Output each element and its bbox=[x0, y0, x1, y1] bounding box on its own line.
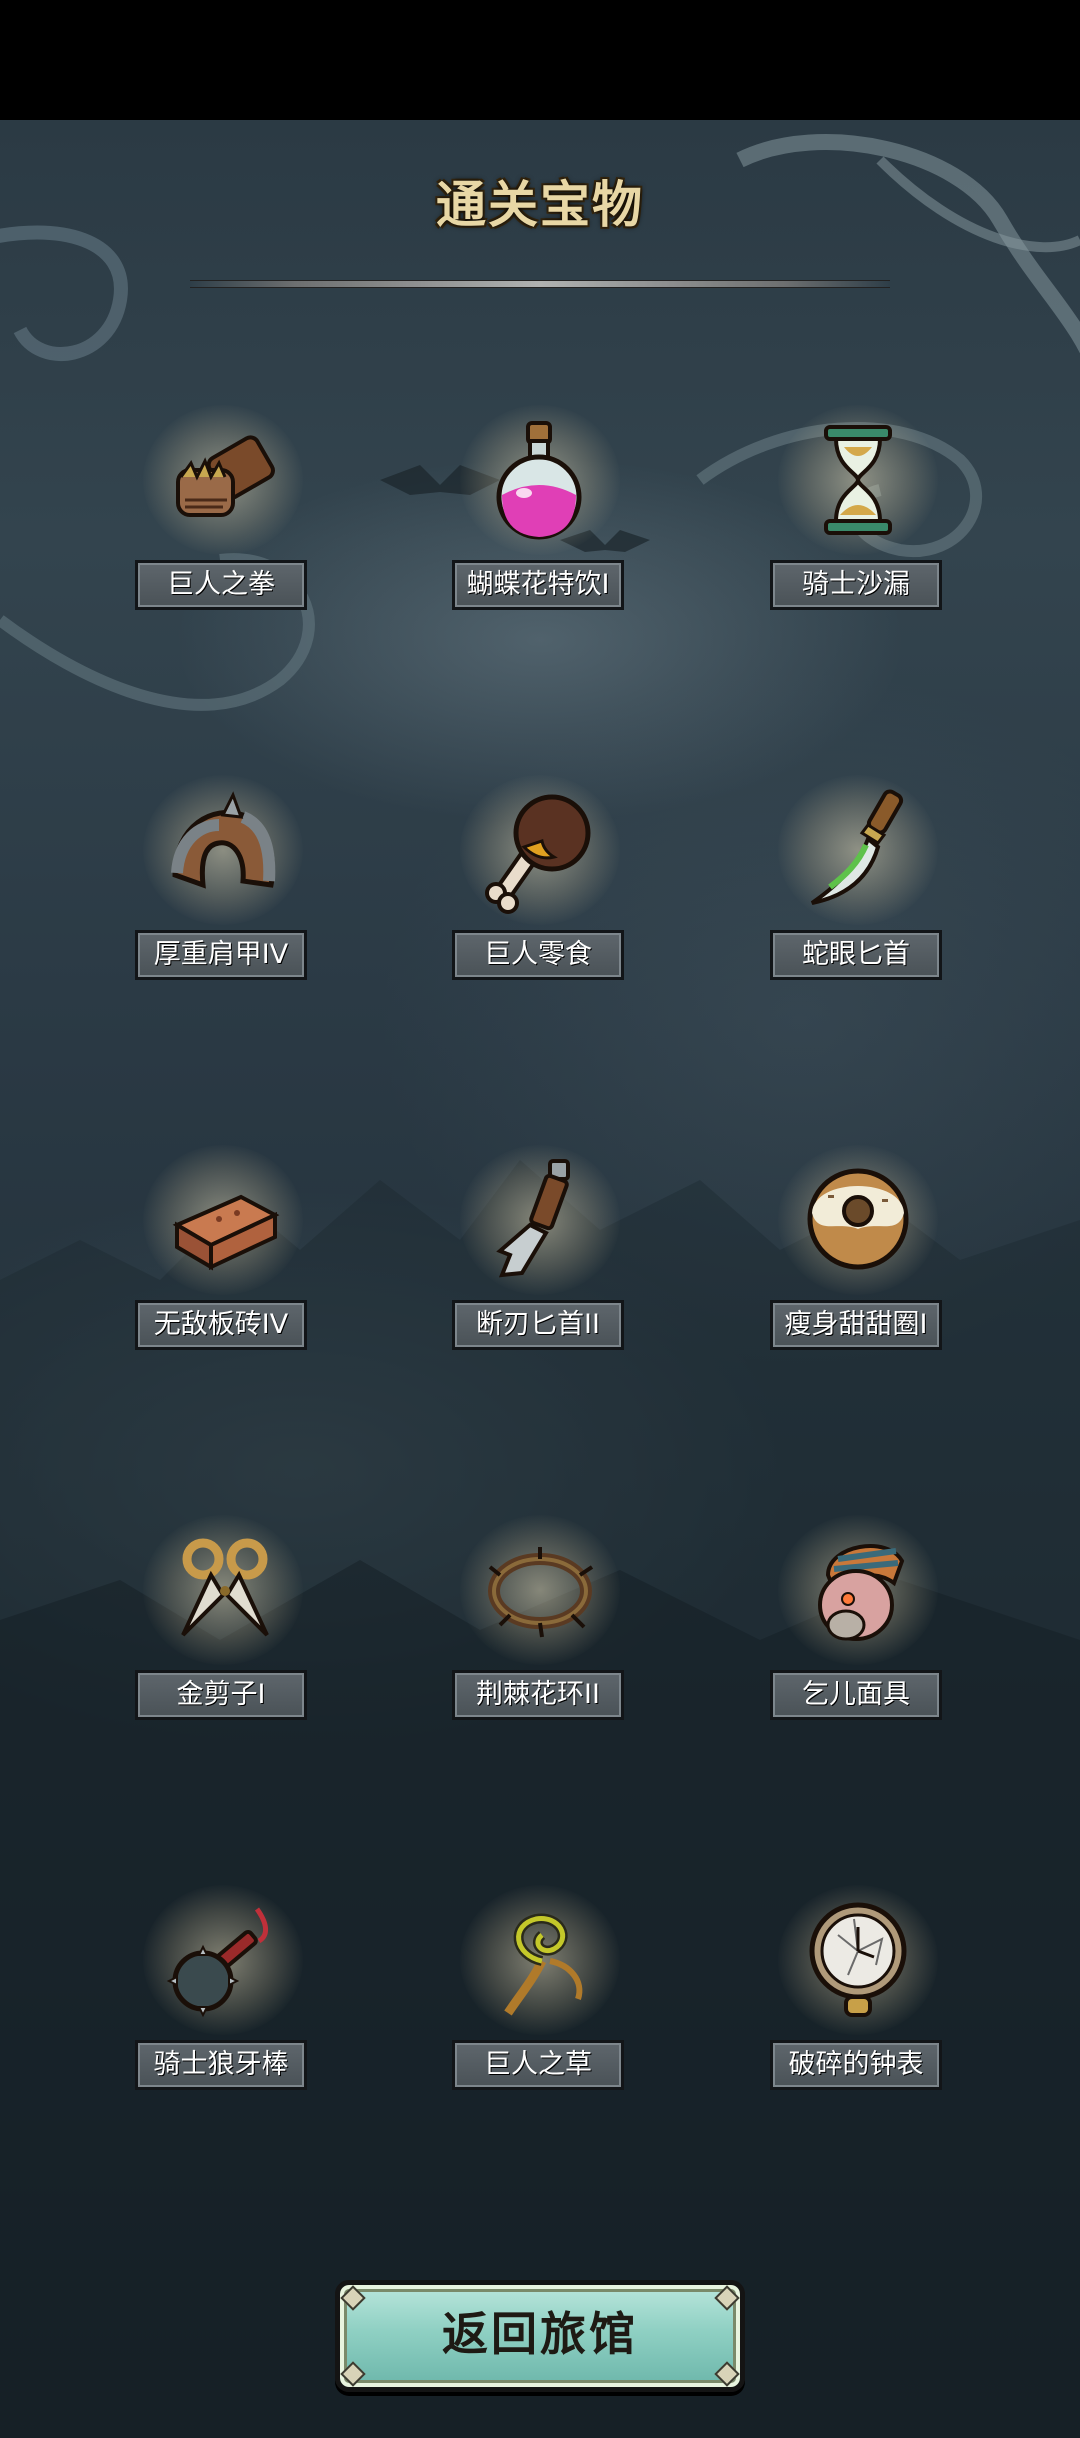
treasure-item-snake-eye-dagger[interactable]: 蛇眼匕首 bbox=[758, 775, 958, 1005]
herb-icon bbox=[504, 1913, 583, 2016]
treasure-item-label: 厚重肩甲IV bbox=[135, 930, 307, 980]
treasure-item-label: 骑士狼牙棒 bbox=[135, 2040, 307, 2090]
broken-dagger-icon bbox=[496, 1159, 570, 1278]
treasure-item-label: 金剪子I bbox=[135, 1670, 307, 1720]
treasure-item-heavy-pauldron[interactable]: 厚重肩甲IV bbox=[123, 775, 323, 1005]
treasure-item-giant-herb[interactable]: 巨人之草 bbox=[440, 1885, 640, 2115]
curved-dagger-icon bbox=[810, 789, 904, 905]
treasure-item-knight-mace[interactable]: 骑士狼牙棒 bbox=[123, 1885, 323, 2115]
thorn-wreath-icon bbox=[488, 1547, 594, 1638]
button-corner-ornament bbox=[340, 2285, 366, 2311]
treasure-item-label: 乞儿面具 bbox=[770, 1670, 942, 1720]
giant-fist-icon bbox=[176, 435, 275, 517]
treasure-item-beggar-mask[interactable]: 乞儿面具 bbox=[758, 1515, 958, 1745]
treasure-item-label: 无敌板砖IV bbox=[135, 1300, 307, 1350]
return-to-inn-button[interactable]: 返回旅馆 bbox=[335, 2280, 745, 2392]
treasure-item-knight-hourglass[interactable]: 骑士沙漏 bbox=[758, 405, 958, 635]
bone-meat-icon bbox=[485, 794, 591, 914]
treasure-item-label: 蝴蝶花特饮I bbox=[452, 560, 624, 610]
treasure-item-label: 巨人零食 bbox=[452, 930, 624, 980]
treasure-item-golden-scissors[interactable]: 金剪子I bbox=[123, 1515, 323, 1745]
treasure-screen: 通关宝物 巨人之拳 蝴蝶花特饮I 骑士沙漏 厚重肩甲IV 巨人零食 蛇眼匕首 无… bbox=[0, 0, 1080, 2438]
treasure-item-thorn-wreath[interactable]: 荆棘花环II bbox=[440, 1515, 640, 1745]
title-divider bbox=[190, 280, 890, 288]
hourglass-icon bbox=[824, 425, 892, 535]
pink-potion-icon bbox=[496, 421, 582, 540]
treasure-item-label: 蛇眼匕首 bbox=[770, 930, 942, 980]
return-button-label: 返回旅馆 bbox=[442, 2307, 638, 2361]
page-title: 通关宝物 bbox=[436, 176, 644, 234]
treasure-item-label: 巨人之拳 bbox=[135, 560, 307, 610]
treasure-item-butterfly-potion[interactable]: 蝴蝶花特饮I bbox=[440, 405, 640, 635]
button-corner-ornament bbox=[714, 2361, 740, 2387]
shoulder-armor-icon bbox=[171, 791, 276, 889]
treasure-item-label: 巨人之草 bbox=[452, 2040, 624, 2090]
mace-icon bbox=[166, 1907, 268, 2018]
brick-icon bbox=[172, 1194, 280, 1271]
golden-scissors-icon bbox=[181, 1538, 269, 1637]
treasure-item-giant-snack[interactable]: 巨人零食 bbox=[440, 775, 640, 1005]
broken-pocket-watch-icon bbox=[809, 1902, 907, 2017]
button-corner-ornament bbox=[340, 2361, 366, 2387]
treasure-item-slim-donut[interactable]: 瘦身甜甜圈I bbox=[758, 1145, 958, 1375]
donut-icon bbox=[807, 1168, 909, 1270]
treasure-item-giant-fist[interactable]: 巨人之拳 bbox=[123, 405, 323, 635]
beggar-mask-icon bbox=[818, 1544, 905, 1641]
treasure-item-label: 荆棘花环II bbox=[452, 1670, 624, 1720]
treasure-item-label: 断刃匕首II bbox=[452, 1300, 624, 1350]
status-bar bbox=[0, 0, 1080, 120]
treasure-item-broken-blade-dagger[interactable]: 断刃匕首II bbox=[440, 1145, 640, 1375]
treasure-item-broken-clock[interactable]: 破碎的钟表 bbox=[758, 1885, 958, 2115]
treasure-item-invincible-brick[interactable]: 无敌板砖IV bbox=[123, 1145, 323, 1375]
button-corner-ornament bbox=[714, 2285, 740, 2311]
treasure-item-label: 骑士沙漏 bbox=[770, 560, 942, 610]
treasure-item-label: 破碎的钟表 bbox=[770, 2040, 942, 2090]
treasure-item-label: 瘦身甜甜圈I bbox=[770, 1300, 942, 1350]
